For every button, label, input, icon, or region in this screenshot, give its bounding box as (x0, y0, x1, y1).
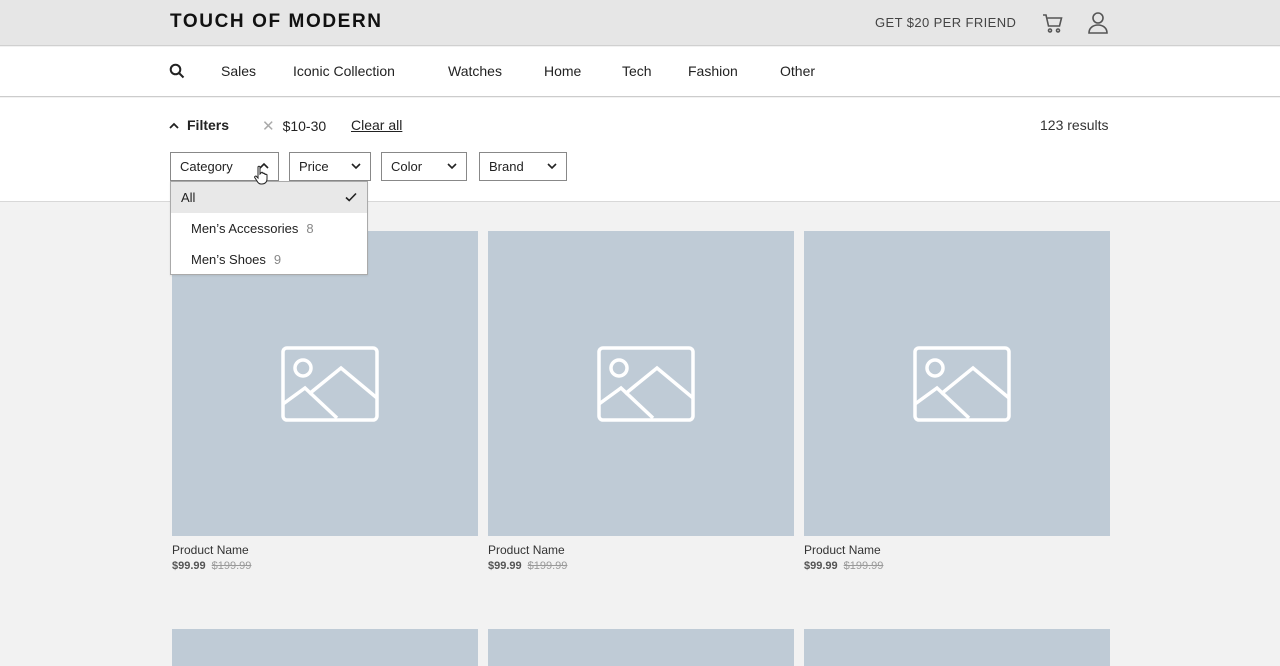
image-placeholder-icon (913, 346, 1011, 422)
product-image[interactable] (172, 629, 478, 666)
original-price: $199.99 (211, 560, 252, 572)
chevron-down-icon (447, 163, 457, 170)
category-option-mens-accessories[interactable]: Men’s Accessories 8 (171, 213, 367, 244)
nav-item-home[interactable]: Home (544, 63, 581, 79)
category-option-count: 9 (273, 252, 282, 267)
product-card[interactable] (804, 629, 1110, 666)
nav-item-watches[interactable]: Watches (448, 63, 502, 79)
image-placeholder-icon (597, 346, 695, 422)
product-image[interactable] (488, 629, 794, 666)
product-image[interactable] (804, 231, 1110, 536)
category-option-count: 8 (306, 221, 314, 236)
chevron-down-icon (351, 163, 361, 170)
filters-label: Filters (187, 117, 230, 133)
price-row: $99.99 $199.99 (172, 560, 478, 572)
category-option-all[interactable]: All (171, 182, 367, 213)
category-menu: All Men’s Accessories 8 Men’s Shoes 9 (170, 181, 368, 275)
cart-icon[interactable] (1041, 11, 1065, 35)
product-card[interactable]: Product Name $99.99 $199.99 (804, 231, 1110, 572)
filters-toggle[interactable]: Filters (169, 117, 229, 133)
hand-cursor-icon (254, 165, 268, 185)
top-bar: TOUCH OF MODERN GET $20 PER FRIEND (0, 0, 1280, 46)
nav-item-other[interactable]: Other (780, 63, 815, 79)
nav-item-fashion[interactable]: Fashion (688, 63, 738, 79)
nav-item-iconic-collection[interactable]: Iconic Collection (293, 63, 395, 79)
category-option-mens-shoes[interactable]: Men’s Shoes 9 (171, 244, 367, 275)
sale-price: $99.99 (488, 560, 522, 572)
product-name[interactable]: Product Name (172, 543, 478, 557)
product-card[interactable] (488, 629, 794, 666)
product-card[interactable]: Product Name $99.99 $199.99 (172, 231, 478, 572)
color-dropdown-label: Color (391, 159, 423, 174)
brand-dropdown[interactable]: Brand (479, 152, 567, 181)
user-icon[interactable] (1087, 11, 1109, 35)
main-nav: Sales Iconic Collection Watches Home Tec… (0, 47, 1280, 97)
sale-price: $99.99 (172, 560, 206, 572)
logo[interactable]: TOUCH OF MODERN (170, 11, 383, 33)
nav-item-tech[interactable]: Tech (622, 63, 652, 79)
product-card[interactable]: Product Name $99.99 $199.99 (488, 231, 794, 572)
image-placeholder-icon (281, 346, 379, 422)
close-icon[interactable]: ✕ (262, 117, 275, 135)
product-image[interactable] (172, 231, 478, 536)
category-dropdown-label: Category (180, 159, 233, 174)
active-filter-chip[interactable]: ✕ $10-30 (262, 117, 326, 135)
price-row: $99.99 $199.99 (804, 560, 1110, 572)
price-row: $99.99 $199.99 (488, 560, 794, 572)
sale-price: $99.99 (804, 560, 838, 572)
price-dropdown[interactable]: Price (289, 152, 371, 181)
price-dropdown-label: Price (299, 159, 329, 174)
category-option-label: Men’s Accessories (191, 221, 299, 236)
product-card[interactable] (172, 629, 478, 666)
original-price: $199.99 (843, 560, 884, 572)
active-filter-label: $10-30 (282, 118, 327, 134)
nav-item-sales[interactable]: Sales (221, 63, 256, 79)
product-name[interactable]: Product Name (804, 543, 1110, 557)
category-option-label: All (181, 190, 196, 205)
clear-all-link[interactable]: Clear all (351, 117, 402, 133)
product-image[interactable] (804, 629, 1110, 666)
product-image[interactable] (488, 231, 794, 536)
color-dropdown[interactable]: Color (381, 152, 467, 181)
referral-link[interactable]: GET $20 PER FRIEND (875, 15, 1016, 30)
product-name[interactable]: Product Name (488, 543, 794, 557)
chevron-down-icon (547, 163, 557, 170)
category-option-label: Men’s Shoes (191, 252, 266, 267)
check-icon (345, 192, 357, 202)
original-price: $199.99 (527, 560, 568, 572)
results-count: 123 results (1040, 117, 1109, 133)
chevron-up-icon (169, 122, 179, 129)
brand-dropdown-label: Brand (489, 159, 524, 174)
search-icon[interactable] (169, 63, 185, 79)
